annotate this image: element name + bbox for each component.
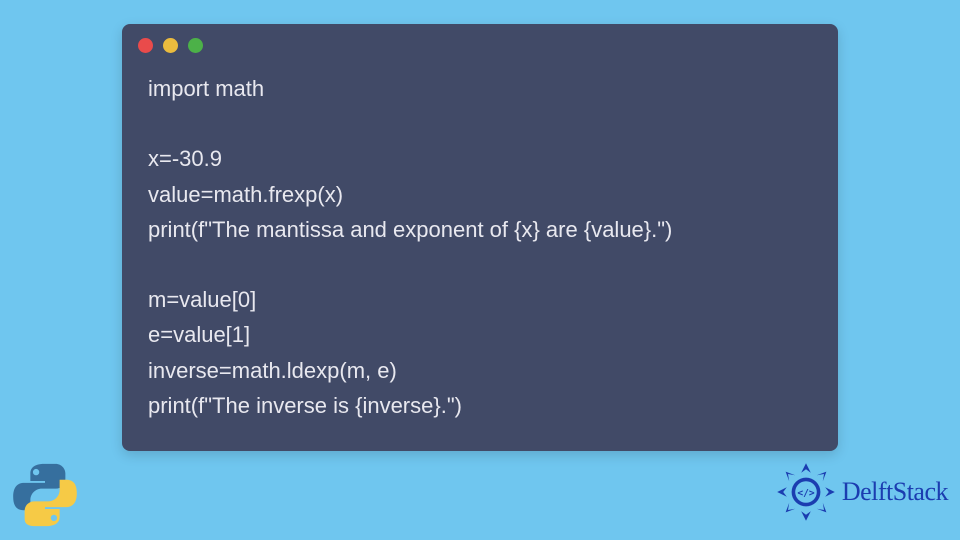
svg-text:</>: </> [797,488,815,499]
window-controls [122,24,838,63]
delftstack-branding: </> DelftStack [776,462,948,522]
python-logo-icon [10,460,80,530]
delftstack-label: DelftStack [842,477,948,507]
code-block: import math x=-30.9 value=math.frexp(x) … [122,63,838,431]
maximize-icon [188,38,203,53]
delftstack-logo-icon: </> [776,462,836,522]
minimize-icon [163,38,178,53]
code-window: import math x=-30.9 value=math.frexp(x) … [122,24,838,451]
close-icon [138,38,153,53]
